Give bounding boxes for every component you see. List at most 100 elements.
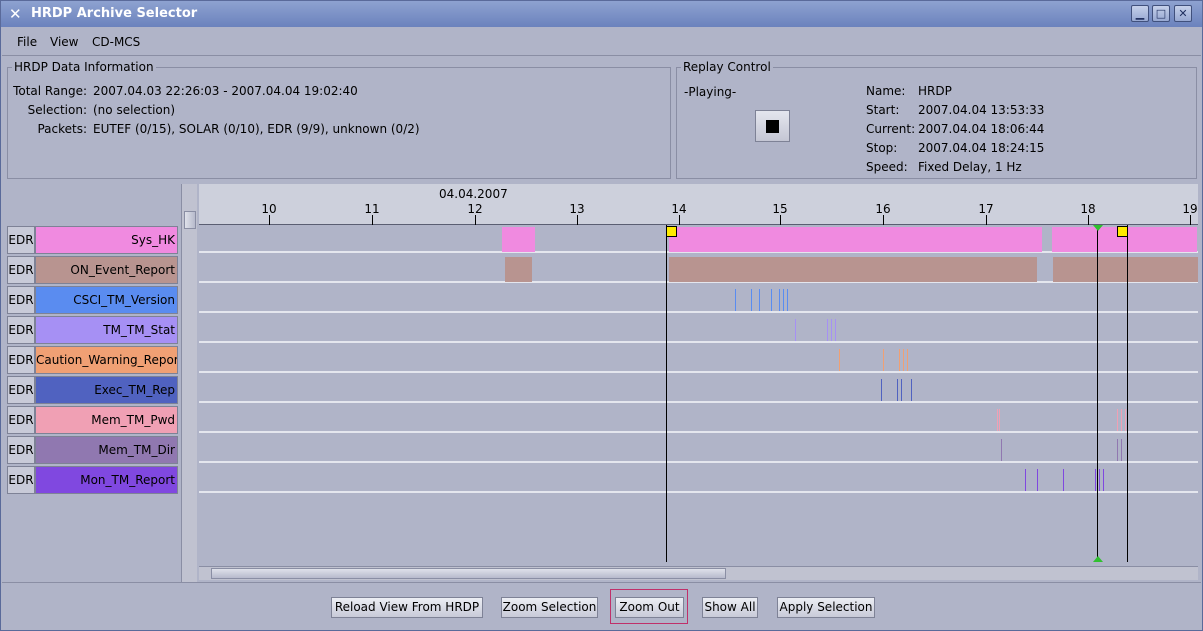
packet-mark (897, 379, 898, 401)
track-source-badge[interactable]: EDR (7, 466, 35, 494)
packet-mark (699, 259, 700, 281)
vertical-scroll-thumb[interactable] (184, 211, 196, 229)
replay-start-marker[interactable] (666, 226, 677, 237)
packet-mark (899, 349, 900, 371)
packet-mark (1117, 409, 1118, 431)
packet-mark (1074, 259, 1075, 281)
time-ruler: 04.04.2007 10 11 12 13 14 15 16 17 18 19 (199, 184, 1198, 225)
packet-mark (1099, 469, 1100, 491)
packet-mark (1025, 469, 1026, 491)
track-name-mem-tm-dir[interactable]: Mem_TM_Dir (35, 436, 178, 464)
track-lane[interactable] (199, 226, 1198, 253)
packet-mark (1063, 469, 1064, 491)
panel-title: HRDP Data Information (12, 60, 156, 74)
track-lane[interactable] (199, 256, 1198, 283)
menu-view[interactable]: View (50, 35, 78, 49)
track-source-badge[interactable]: EDR (7, 406, 35, 434)
stop-button[interactable] (755, 110, 790, 142)
packet-mark (1095, 469, 1096, 491)
packets-label: Packets: (37, 122, 87, 136)
packet-mark (511, 259, 512, 281)
replay-name-value: HRDP (918, 84, 952, 98)
packet-mark (883, 349, 884, 371)
track-lane[interactable] (199, 376, 1198, 403)
track-name-tm-tm-stat[interactable]: TM_TM_Stat (35, 316, 178, 344)
packet-mark (881, 379, 882, 401)
packet-mark (779, 289, 780, 311)
close-button[interactable]: ✕ (1174, 5, 1192, 22)
packets-value: EUTEF (0/15), SOLAR (0/10), EDR (9/9), u… (93, 122, 420, 136)
track-lane[interactable] (199, 346, 1198, 373)
ruler-hour-label: 13 (569, 202, 585, 216)
packet-mark (1125, 409, 1126, 431)
packet-mark (1117, 439, 1118, 461)
total-range-label: Total Range: (13, 84, 87, 98)
track-source-badge[interactable]: EDR (7, 226, 35, 254)
menu-cd-mcs[interactable]: CD-MCS (92, 35, 140, 49)
replay-speed-value: Fixed Delay, 1 Hz (918, 160, 1022, 174)
packet-mark (787, 289, 788, 311)
ruler-hour-label: 10 (261, 202, 277, 216)
packet-coverage-segment (508, 227, 535, 252)
ruler-date: 04.04.2007 (439, 187, 508, 201)
window-title: HRDP Archive Selector (31, 6, 198, 21)
minimize-button[interactable]: ▁ (1131, 5, 1149, 22)
replay-current-value: 2007.04.04 18:06:44 (918, 122, 1045, 136)
menu-file[interactable]: File (17, 35, 37, 49)
replay-current-label: Current: (866, 122, 916, 136)
track-source-badge[interactable]: EDR (7, 286, 35, 314)
packet-mark (997, 409, 998, 431)
current-position-bottom-icon (1093, 556, 1103, 562)
ruler-tick (269, 215, 270, 225)
ruler-tick (1190, 215, 1191, 225)
packet-mark (709, 259, 710, 281)
show-all-button[interactable]: Show All (702, 597, 758, 618)
replay-start-value: 2007.04.04 13:53:33 (918, 103, 1045, 117)
packet-mark (1064, 259, 1065, 281)
packet-mark (771, 289, 772, 311)
track-source-badge[interactable]: EDR (7, 316, 35, 344)
timeline-chart[interactable]: 04.04.2007 10 11 12 13 14 15 16 17 18 19 (199, 184, 1198, 580)
maximize-button[interactable]: □ (1152, 5, 1170, 22)
track-lane[interactable] (199, 286, 1198, 313)
ruler-hour-label: 14 (671, 202, 687, 216)
horizontal-scroll-thumb[interactable] (211, 568, 726, 579)
track-name-mem-tm-pwd[interactable]: Mem_TM_Pwd (35, 406, 178, 434)
track-name-sys-hk[interactable]: Sys_HK (35, 226, 178, 254)
zoom-out-button[interactable]: Zoom Out (615, 597, 684, 618)
title-bar: ✕ HRDP Archive Selector ▁ □ ✕ (1, 1, 1202, 27)
packet-mark (831, 319, 832, 341)
packet-mark (1079, 259, 1080, 281)
track-lane[interactable] (199, 316, 1198, 343)
track-lane[interactable] (199, 436, 1198, 463)
packet-mark (783, 289, 784, 311)
track-name-csci-tm-version[interactable]: CSCI_TM_Version (35, 286, 178, 314)
track-name-caution-warning-report[interactable]: Caution_Warning_Report (35, 346, 178, 374)
ruler-tick (475, 215, 476, 225)
replay-stop-marker[interactable] (1117, 226, 1128, 237)
track-source-badge[interactable]: EDR (7, 346, 35, 374)
stop-icon (766, 120, 779, 133)
track-source-badge[interactable]: EDR (7, 436, 35, 464)
vertical-scrollbar[interactable] (181, 184, 197, 582)
zoom-selection-button[interactable]: Zoom Selection (501, 597, 598, 618)
track-name-exec-tm-rep[interactable]: Exec_TM_Rep (35, 376, 178, 404)
packet-mark (903, 349, 904, 371)
track-source-badge[interactable]: EDR (7, 256, 35, 284)
selection-value: (no selection) (93, 103, 176, 117)
track-name-mon-tm-report[interactable]: Mon_TM_Report (35, 466, 178, 494)
ruler-hour-label: 17 (978, 202, 994, 216)
packet-mark (1121, 409, 1122, 431)
total-range-value: 2007.04.03 22:26:03 - 2007.04.04 19:02:4… (93, 84, 358, 98)
reload-view-button[interactable]: Reload View From HRDP (331, 597, 483, 618)
track-source-badge[interactable]: EDR (7, 376, 35, 404)
track-name-on-event-report[interactable]: ON_Event_Report (35, 256, 178, 284)
replay-speed-label: Speed: (866, 160, 908, 174)
packet-mark (702, 259, 703, 281)
apply-selection-button[interactable]: Apply Selection (777, 597, 875, 618)
packet-mark (1059, 259, 1060, 281)
track-lane[interactable] (199, 406, 1198, 433)
track-lane[interactable] (199, 466, 1198, 493)
ruler-hour-label: 11 (364, 202, 380, 216)
horizontal-scrollbar[interactable] (199, 566, 1198, 580)
